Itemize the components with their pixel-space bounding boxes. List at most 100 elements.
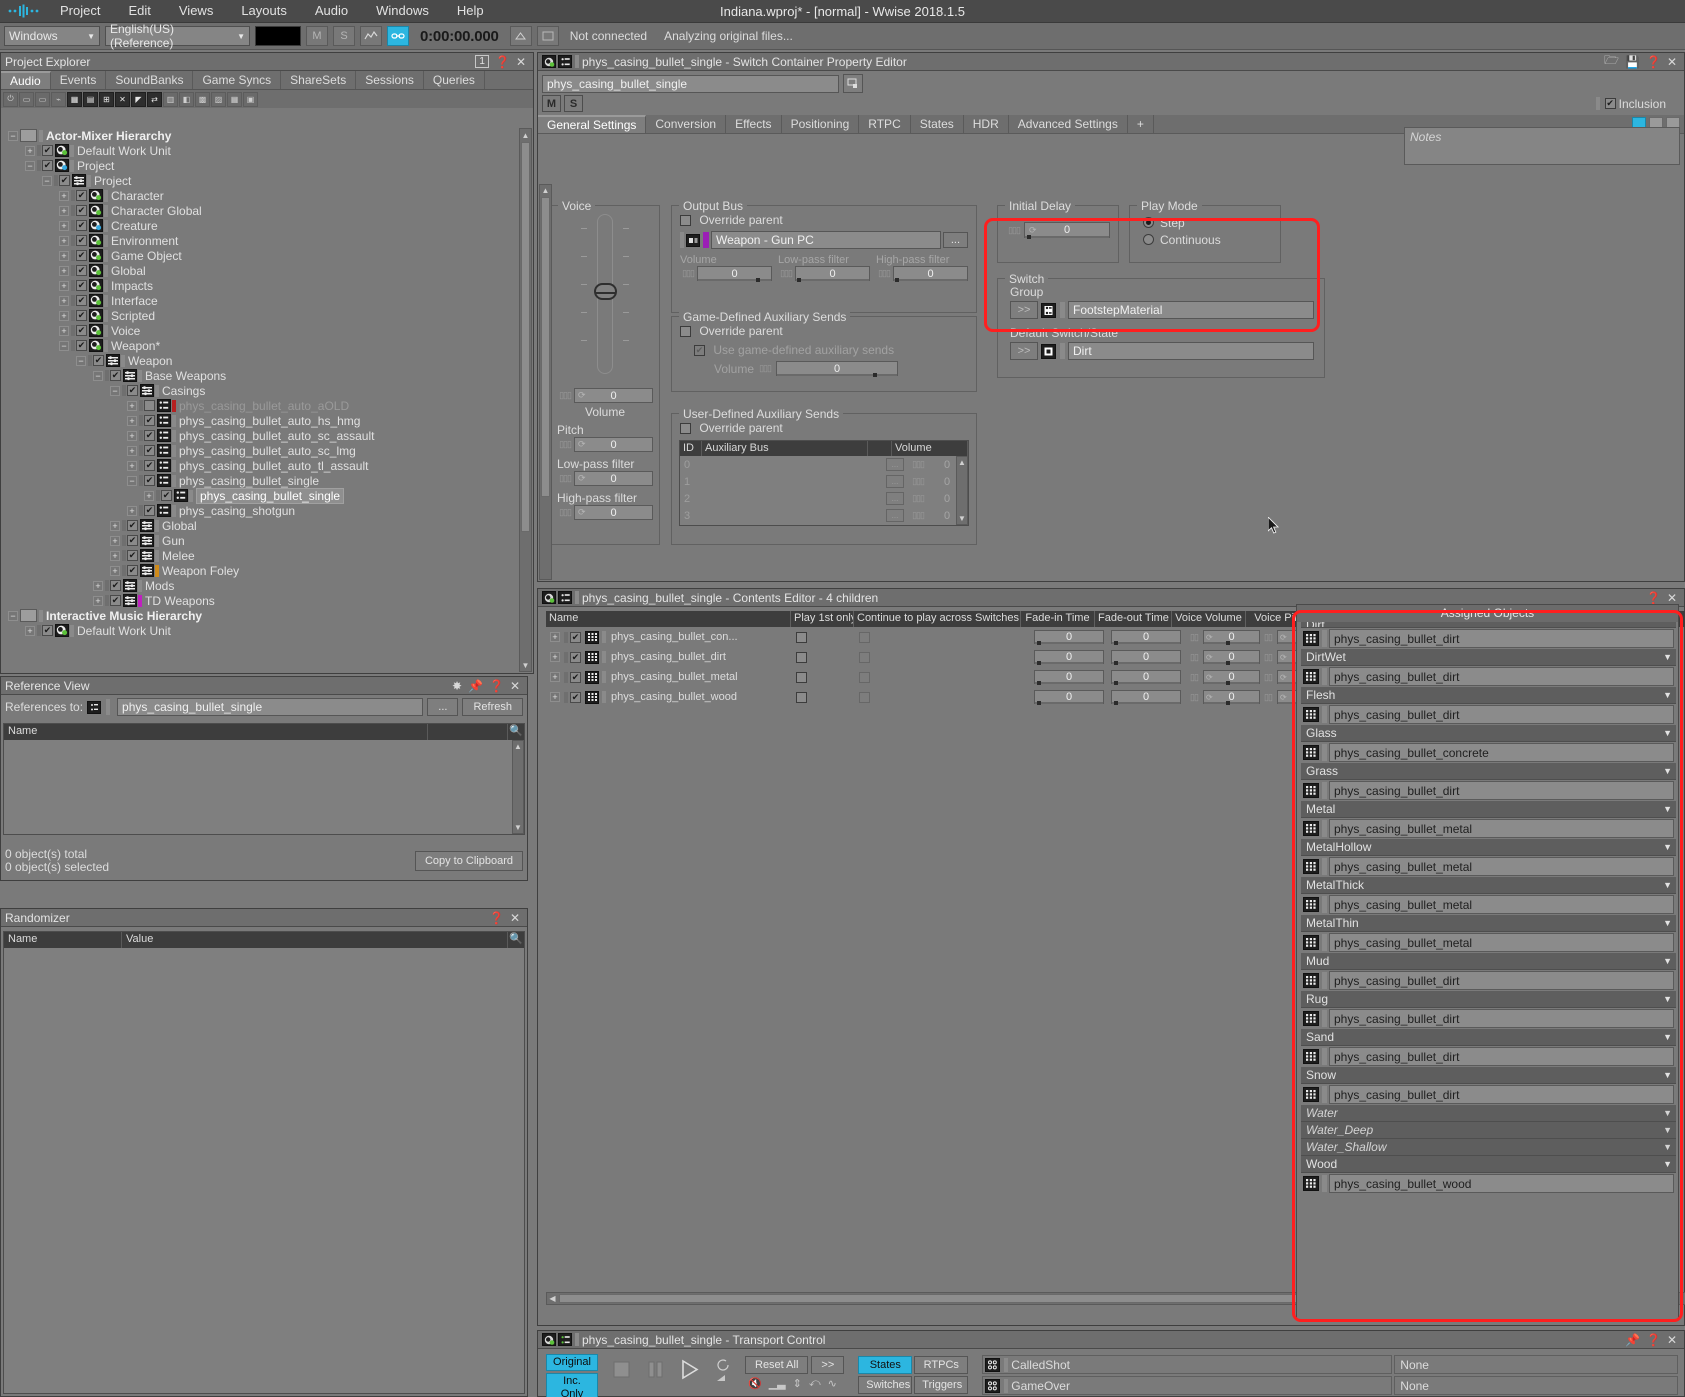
- music-playlist-icon[interactable]: ▦: [227, 91, 242, 107]
- assigned-object-row[interactable]: phys_casing_bullet_dirt: [1301, 1046, 1676, 1067]
- chevron-down-icon[interactable]: ▼: [1663, 1142, 1676, 1152]
- play-mode-continuous-option[interactable]: Continuous: [1143, 231, 1280, 248]
- object-browse-icon[interactable]: [843, 74, 863, 93]
- tree-checkbox[interactable]: ✔: [144, 445, 155, 456]
- expand-icon[interactable]: +: [59, 280, 69, 291]
- project-tree[interactable]: − Actor-Mixer Hierarchy + ✔ Default Work Uni…: [2, 128, 519, 672]
- expand-icon[interactable]: +: [127, 430, 137, 441]
- tree-checkbox[interactable]: ✔: [144, 460, 155, 471]
- music-switch-icon[interactable]: ▣: [243, 91, 258, 107]
- tree-checkbox[interactable]: ✔: [76, 265, 87, 276]
- shuffle-icon[interactable]: ✕: [115, 91, 130, 107]
- references-to-field[interactable]: phys_casing_bullet_single: [117, 698, 424, 716]
- chevron-down-icon[interactable]: ▼: [1663, 1125, 1676, 1135]
- assigned-object-row[interactable]: phys_casing_bullet_metal: [1301, 856, 1676, 877]
- assigned-switch-row[interactable]: Wood ▼: [1301, 1156, 1676, 1173]
- tab-conversion[interactable]: Conversion: [646, 115, 727, 133]
- collapse-icon[interactable]: −: [76, 355, 86, 366]
- layout-combo[interactable]: Windows ▼: [4, 26, 100, 46]
- assigned-switch-row[interactable]: Glass ▼: [1301, 725, 1676, 742]
- expand-icon[interactable]: +: [59, 250, 69, 261]
- fade-in-field[interactable]: 0: [1034, 630, 1104, 645]
- expand-icon[interactable]: +: [59, 310, 69, 321]
- assigned-object-row[interactable]: phys_casing_bullet_metal: [1301, 932, 1676, 953]
- tab-audio[interactable]: Audio: [1, 71, 51, 89]
- expand-icon[interactable]: +: [25, 625, 35, 636]
- assigned-object-field[interactable]: phys_casing_bullet_dirt: [1329, 1047, 1674, 1066]
- assigned-switch-row[interactable]: DirtWet ▼: [1301, 649, 1676, 666]
- save-icon[interactable]: 💾: [1625, 55, 1640, 69]
- tree-item-impacts[interactable]: + ✔ Impacts: [2, 278, 519, 293]
- voice-volume-field[interactable]: ⟳ 0: [1203, 650, 1260, 665]
- close-icon[interactable]: ✕: [510, 911, 520, 925]
- fade-in-field[interactable]: 0: [1034, 690, 1104, 705]
- tab-rtpc[interactable]: RTPC: [859, 115, 911, 133]
- tree-item-weapon[interactable]: − ✔ Weapon: [2, 353, 519, 368]
- capture-icon[interactable]: [536, 26, 559, 46]
- tree-item-phys-casing-bullet-auto-aold[interactable]: + phys_casing_bullet_auto_aOLD: [2, 398, 519, 413]
- tree-item-interactive-music-hierarchy[interactable]: − Interactive Music Hierarchy: [2, 608, 519, 623]
- expand-icon[interactable]: +: [127, 415, 137, 426]
- tree-checkbox[interactable]: ✔: [76, 220, 87, 231]
- tree-checkbox[interactable]: ✔: [42, 160, 53, 171]
- music-track-icon[interactable]: ▨: [211, 91, 226, 107]
- tree-checkbox[interactable]: ✔: [76, 205, 87, 216]
- tree-item-default-work-unit[interactable]: + ✔ Default Work Unit: [2, 143, 519, 158]
- menu-views[interactable]: Views: [165, 0, 227, 22]
- expand-icon[interactable]: +: [550, 692, 560, 702]
- bars-icon[interactable]: ▁▃: [769, 1377, 786, 1390]
- tree-item-scripted[interactable]: + ✔ Scripted: [2, 308, 519, 323]
- tree-item-character[interactable]: + ✔ Character: [2, 188, 519, 203]
- rtpcs-tab-button[interactable]: RTPCs: [914, 1356, 969, 1374]
- tree-item-default-work-unit[interactable]: + ✔ Default Work Unit: [2, 623, 519, 638]
- scroll-up-icon[interactable]: ▲: [957, 457, 967, 468]
- mute-button[interactable]: M: [542, 95, 561, 112]
- fade-in-field[interactable]: 0: [1034, 670, 1104, 685]
- expand-icon[interactable]: +: [110, 520, 120, 531]
- original-button[interactable]: Original: [546, 1354, 598, 1371]
- aux-send-row[interactable]: 1... ▯▯▯ 0: [680, 473, 968, 490]
- tree-item-melee[interactable]: + ✔ Melee: [2, 548, 519, 563]
- uda-override-checkbox[interactable]: [680, 423, 691, 435]
- tree-item-weapon-[interactable]: − ✔ Weapon*: [2, 338, 519, 353]
- tree-checkbox[interactable]: ✔: [76, 280, 87, 291]
- state-value-cell[interactable]: None: [1394, 1355, 1678, 1374]
- notes-field[interactable]: Notes: [1404, 127, 1680, 165]
- tab-game-syncs[interactable]: Game Syncs: [193, 71, 282, 89]
- assigned-object-field[interactable]: phys_casing_bullet_dirt: [1329, 1009, 1674, 1028]
- expand-icon[interactable]: +: [127, 400, 137, 411]
- tree-item-phys-casing-bullet-single[interactable]: + ✔ phys_casing_bullet_single: [2, 487, 519, 504]
- scroll-up-icon[interactable]: ▲: [513, 741, 523, 752]
- tree-scrollbar-vertical[interactable]: ▲ ▼: [519, 128, 532, 672]
- default-switch-browse-button[interactable]: >>: [1010, 342, 1038, 360]
- expand-icon[interactable]: +: [59, 220, 69, 231]
- chevron-down-icon[interactable]: ▼: [1663, 728, 1676, 738]
- close-icon[interactable]: ✕: [516, 55, 526, 69]
- tree-item-environment[interactable]: + ✔ Environment: [2, 233, 519, 248]
- tree-item-project[interactable]: − ✔ Project: [2, 173, 519, 188]
- tree-item-global[interactable]: + ✔ Global: [2, 263, 519, 278]
- copy-to-clipboard-button[interactable]: Copy to Clipboard: [414, 851, 523, 871]
- tree-item-project[interactable]: − ✔ Project: [2, 158, 519, 173]
- aux-send-row[interactable]: 0... ▯▯▯ 0: [680, 456, 968, 473]
- music-segment-icon[interactable]: ▩: [195, 91, 210, 107]
- bus-icon[interactable]: ▥: [163, 91, 178, 107]
- assigned-object-field[interactable]: phys_casing_bullet_metal: [1329, 857, 1674, 876]
- row-checkbox[interactable]: ✔: [570, 651, 581, 663]
- tree-item-phys-casing-bullet-auto-sc-lmg[interactable]: + ✔ phys_casing_bullet_auto_sc_lmg: [2, 443, 519, 458]
- assigned-object-row[interactable]: phys_casing_bullet_dirt: [1301, 704, 1676, 725]
- scroll-down-icon[interactable]: ▼: [520, 659, 531, 671]
- scroll-down-icon[interactable]: ▼: [957, 513, 967, 524]
- gda-override-checkbox[interactable]: [680, 326, 691, 338]
- tab-positioning[interactable]: Positioning: [781, 115, 860, 133]
- chevron-down-icon[interactable]: ▼: [1663, 652, 1676, 662]
- expand-icon[interactable]: +: [59, 265, 69, 276]
- updown-icon[interactable]: ⇕: [793, 1377, 802, 1390]
- tree-checkbox[interactable]: ✔: [76, 310, 87, 321]
- tab-sharesets[interactable]: ShareSets: [281, 71, 357, 89]
- expand-icon[interactable]: +: [25, 145, 35, 156]
- collapse-icon[interactable]: −: [8, 610, 18, 621]
- aux-send-row[interactable]: 2... ▯▯▯ 0: [680, 490, 968, 507]
- output-bus-browse-button[interactable]: ...: [942, 232, 968, 248]
- explorer-badge[interactable]: 1: [475, 55, 489, 68]
